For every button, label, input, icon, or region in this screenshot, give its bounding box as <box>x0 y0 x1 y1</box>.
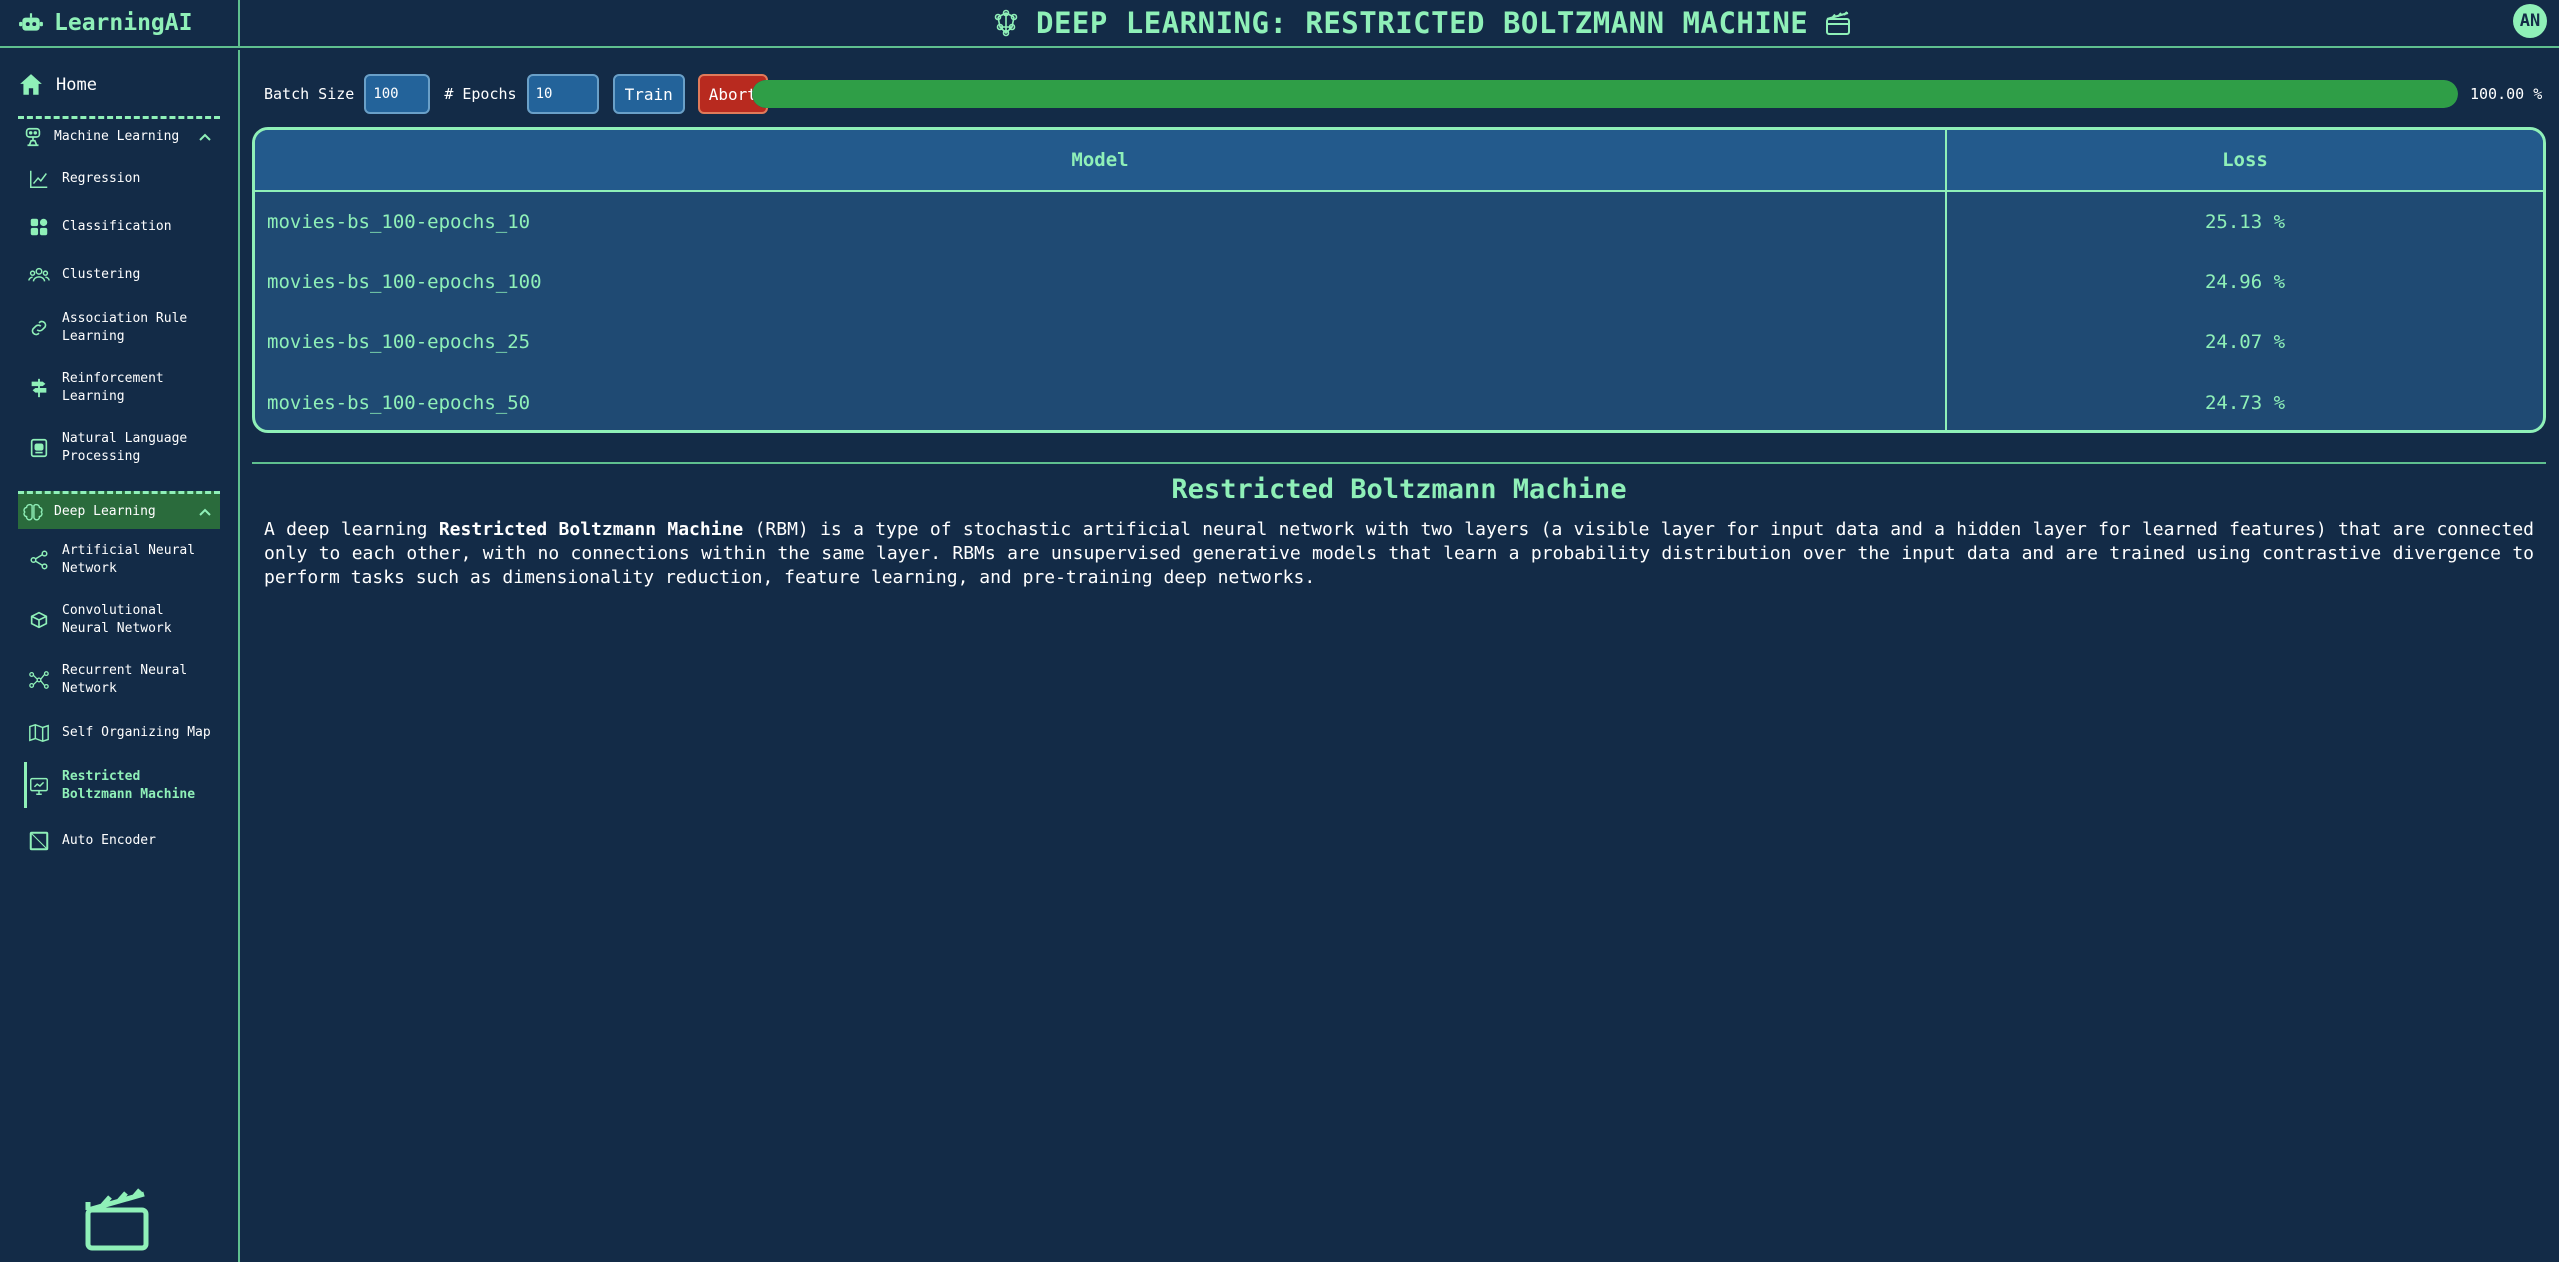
clapperboard-icon <box>85 1188 149 1251</box>
sidebar-item-regression[interactable]: Regression <box>28 168 218 190</box>
robot-arm-icon <box>25 127 41 146</box>
home-icon <box>20 74 42 95</box>
line-chart-icon <box>30 170 48 188</box>
sidebar-item-label: Convolutional Neural Network <box>62 603 172 636</box>
users-cluster-icon <box>28 267 50 282</box>
header-cell-loss[interactable]: Loss <box>1947 130 2543 190</box>
loss-cell: 24.73 % <box>2204 391 2286 414</box>
sidebar-item-clustering[interactable]: Clustering <box>28 264 218 286</box>
sidebar-item-artificial-neural-network[interactable]: Artificial Neural Network <box>28 542 218 578</box>
grid-icon <box>30 218 48 236</box>
chevron-up-icon[interactable] <box>198 506 212 520</box>
sidebar: Home Machine Learning Regression Classif… <box>0 50 240 1262</box>
sidebar-item-label: Association Rule Learning <box>62 311 188 344</box>
section-divider <box>252 462 2546 464</box>
batch-size-label: Batch Size <box>264 85 355 103</box>
header-cell-model[interactable]: Model <box>255 130 1947 190</box>
sidebar-group-label: Machine Learning <box>54 129 180 144</box>
page-title-wrap: DEEP LEARNING: RESTRICTED BOLTZMANN MACH… <box>990 4 1854 42</box>
sidebar-item-label: Natural Language Processing <box>62 431 188 464</box>
square-icon <box>29 831 49 851</box>
description-bold-term: Restricted Boltzmann Machine <box>438 519 744 540</box>
network-icon <box>29 671 49 689</box>
map-icon <box>29 723 49 743</box>
sidebar-item-label: Reinforcement Learning <box>62 371 164 404</box>
sidebar-item-label: Classification <box>62 219 172 234</box>
model-name-cell: movies-bs_100-epochs_50 <box>267 391 531 414</box>
sidebar-item-recurrent-neural-network[interactable]: Recurrent Neural Network <box>28 662 218 698</box>
signpost-icon <box>31 378 47 398</box>
column-header-model: Model <box>1071 149 1129 171</box>
batch-size-input[interactable] <box>364 74 431 114</box>
train-button[interactable]: Train <box>612 74 685 114</box>
table-row[interactable]: movies-bs_100-epochs_100 24.96 % <box>255 252 2543 312</box>
top-bar: LearningAI DEEP LEARNING: RESTRICTED BOL… <box>0 0 2559 48</box>
sidebar-item-auto-encoder[interactable]: Auto Encoder <box>28 830 218 852</box>
sidebar-item-reinforcement-learning[interactable]: Reinforcement Learning <box>28 370 218 406</box>
brand[interactable]: LearningAI <box>18 8 192 38</box>
robot-icon <box>19 13 43 31</box>
document-robot-icon <box>30 438 48 458</box>
sidebar-item-label: Recurrent Neural Network <box>62 663 188 696</box>
table-row[interactable]: movies-bs_100-epochs_50 24.73 % <box>255 372 2543 430</box>
top-divider <box>238 0 240 48</box>
training-progress-bar <box>752 80 2458 108</box>
brain-network-icon <box>994 9 1018 37</box>
sidebar-item-self-organizing-map[interactable]: Self Organizing Map <box>28 722 218 744</box>
sidebar-item-home[interactable]: Home <box>18 68 97 102</box>
link-icon <box>31 320 47 336</box>
model-name-cell: movies-bs_100-epochs_10 <box>267 211 531 233</box>
epochs-input[interactable] <box>526 74 599 114</box>
loss-cell: 24.07 % <box>2204 331 2286 353</box>
epochs-label: # Epochs <box>444 85 517 103</box>
monitor-chart-icon <box>30 777 48 795</box>
column-header-loss: Loss <box>2222 149 2268 171</box>
loss-cell: 25.13 % <box>2204 211 2286 233</box>
layers-box-icon <box>30 611 48 629</box>
sidebar-item-label: Artificial Neural Network <box>62 543 196 576</box>
sidebar-item-natural-language-processing[interactable]: Natural Language Processing <box>28 430 218 466</box>
description-prefix: A deep learning <box>264 519 439 540</box>
brand-name: LearningAI <box>54 10 193 36</box>
progress-percent: 100.00 % <box>2470 85 2543 103</box>
sidebar-item-label: Regression <box>62 171 141 186</box>
sidebar-group-label: Deep Learning <box>54 504 156 519</box>
brain-icon <box>23 503 43 521</box>
model-name-cell: movies-bs_100-epochs_25 <box>267 331 531 353</box>
active-indicator <box>24 762 27 808</box>
sidebar-item-convolutional-neural-network[interactable]: Convolutional Neural Network <box>28 602 218 638</box>
description-title: Restricted Boltzmann Machine <box>1171 474 1627 505</box>
sidebar-item-label: Clustering <box>62 267 141 282</box>
avatar[interactable]: AN <box>2513 4 2547 38</box>
page-title: DEEP LEARNING: RESTRICTED BOLTZMANN MACH… <box>1036 6 1809 40</box>
table-header-row: Model Loss <box>255 130 2543 192</box>
sidebar-item-label: Self Organizing Map <box>62 725 211 740</box>
sidebar-item-label: Restricted Boltzmann Machine <box>62 769 196 802</box>
sidebar-item-association-rule-learning[interactable]: Association Rule Learning <box>28 310 218 346</box>
description-text: A deep learning Restricted Boltzmann Mac… <box>264 518 2534 590</box>
models-table: Model Loss movies-bs_100-epochs_10 25.13… <box>252 127 2546 433</box>
sidebar-item-label: Home <box>56 75 97 95</box>
model-name-cell: movies-bs_100-epochs_100 <box>267 271 542 293</box>
sidebar-group-machine-learning[interactable]: Machine Learning <box>18 116 220 154</box>
sidebar-item-restricted-boltzmann-machine[interactable]: Restricted Boltzmann Machine <box>28 768 218 804</box>
loss-cell: 24.96 % <box>2204 271 2286 293</box>
table-row[interactable]: movies-bs_100-epochs_25 24.07 % <box>255 312 2543 372</box>
share-nodes-icon <box>30 550 48 570</box>
sidebar-item-classification[interactable]: Classification <box>28 216 218 238</box>
training-controls: Batch Size # Epochs Train Abort <box>264 74 768 114</box>
sidebar-item-label: Auto Encoder <box>62 833 156 848</box>
sidebar-group-deep-learning[interactable]: Deep Learning <box>18 491 220 529</box>
clapperboard-icon <box>1826 11 1851 35</box>
chevron-up-icon[interactable] <box>198 131 212 145</box>
table-row[interactable]: movies-bs_100-epochs_10 25.13 % <box>255 192 2543 252</box>
progress-fill <box>752 80 2458 108</box>
